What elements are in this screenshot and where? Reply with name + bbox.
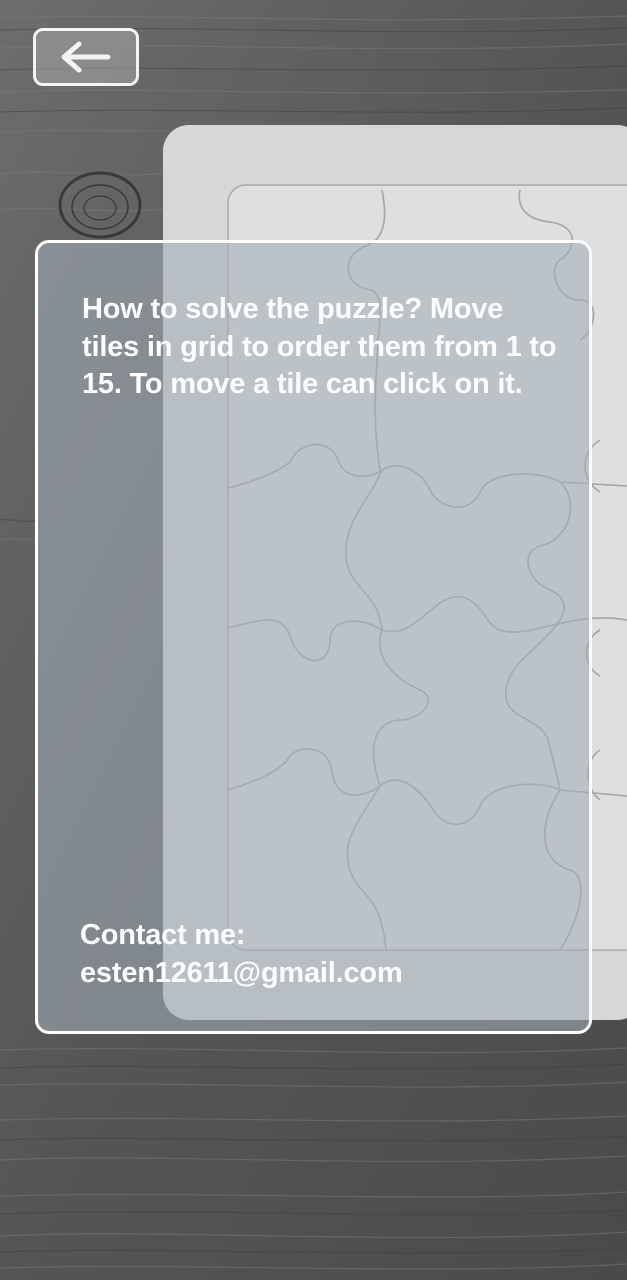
back-button[interactable] [33, 28, 139, 86]
contact-email[interactable]: esten12611@gmail.com [80, 955, 580, 993]
instructions-text: How to solve the puzzle? Move tiles in g… [82, 293, 557, 400]
arrow-left-icon [61, 41, 111, 73]
contact-section: Contact me: esten12611@gmail.com [80, 917, 580, 992]
info-panel: How to solve the puzzle? Move tiles in g… [35, 240, 592, 1034]
contact-label: Contact me: [80, 919, 246, 951]
